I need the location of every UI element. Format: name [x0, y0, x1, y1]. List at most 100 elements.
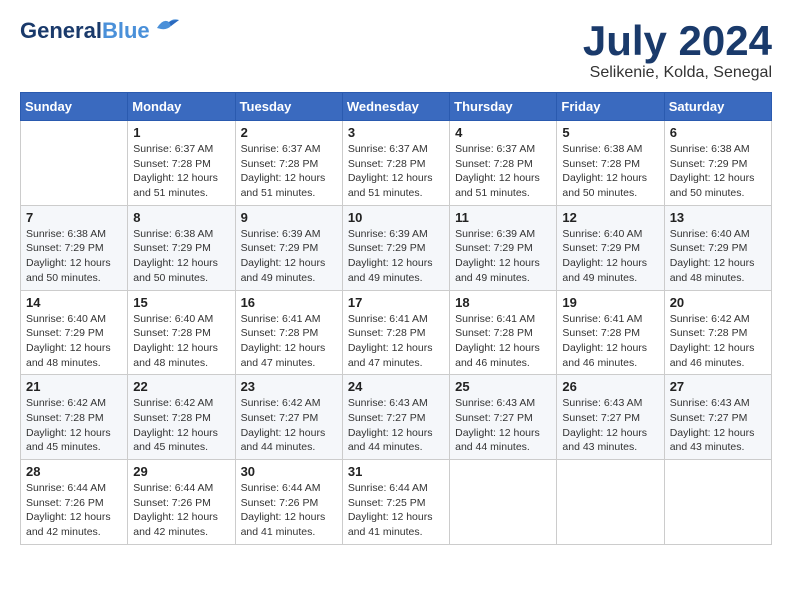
header-cell-thursday: Thursday — [450, 93, 557, 121]
day-number: 6 — [670, 125, 766, 140]
calendar-body: 1 Sunrise: 6:37 AMSunset: 7:28 PMDaylight… — [21, 121, 772, 545]
day-cell: 6 Sunrise: 6:38 AMSunset: 7:29 PMDaylight… — [664, 121, 771, 206]
day-number: 12 — [562, 210, 658, 225]
day-info: Sunrise: 6:43 AMSunset: 7:27 PMDaylight:… — [670, 396, 766, 455]
day-info: Sunrise: 6:41 AMSunset: 7:28 PMDaylight:… — [455, 312, 551, 371]
day-cell: 1 Sunrise: 6:37 AMSunset: 7:28 PMDaylight… — [128, 121, 235, 206]
day-number: 28 — [26, 464, 122, 479]
calendar-table: SundayMondayTuesdayWednesdayThursdayFrid… — [20, 92, 772, 545]
header-row: SundayMondayTuesdayWednesdayThursdayFrid… — [21, 93, 772, 121]
day-info: Sunrise: 6:38 AMSunset: 7:29 PMDaylight:… — [670, 142, 766, 201]
day-number: 5 — [562, 125, 658, 140]
day-info: Sunrise: 6:42 AMSunset: 7:27 PMDaylight:… — [241, 396, 337, 455]
day-number: 13 — [670, 210, 766, 225]
day-number: 22 — [133, 379, 229, 394]
day-number: 24 — [348, 379, 444, 394]
day-cell: 16 Sunrise: 6:41 AMSunset: 7:28 PMDayligh… — [235, 290, 342, 375]
day-cell: 26 Sunrise: 6:43 AMSunset: 7:27 PMDayligh… — [557, 375, 664, 460]
day-number: 19 — [562, 295, 658, 310]
day-cell: 23Sunrise: 6:42 AMSunset: 7:27 PMDayligh… — [235, 375, 342, 460]
day-info: Sunrise: 6:37 AMSunset: 7:28 PMDaylight:… — [455, 142, 551, 201]
month-title: July 2024 — [583, 20, 772, 62]
day-info: Sunrise: 6:40 AMSunset: 7:28 PMDaylight:… — [133, 312, 229, 371]
day-cell — [664, 460, 771, 545]
day-cell: 10 Sunrise: 6:39 AMSunset: 7:29 PMDayligh… — [342, 205, 449, 290]
day-number: 10 — [348, 210, 444, 225]
day-info: Sunrise: 6:43 AMSunset: 7:27 PMDaylight:… — [455, 396, 551, 455]
day-number: 7 — [26, 210, 122, 225]
day-info: Sunrise: 6:41 AMSunset: 7:28 PMDaylight:… — [241, 312, 337, 371]
day-info: Sunrise: 6:38 AMSunset: 7:29 PMDaylight:… — [133, 227, 229, 286]
header-cell-saturday: Saturday — [664, 93, 771, 121]
day-cell: 11 Sunrise: 6:39 AMSunset: 7:29 PMDayligh… — [450, 205, 557, 290]
day-info: Sunrise: 6:44 AMSunset: 7:26 PMDaylight:… — [26, 481, 122, 540]
day-cell: 18 Sunrise: 6:41 AMSunset: 7:28 PMDayligh… — [450, 290, 557, 375]
day-cell: 20 Sunrise: 6:42 AMSunset: 7:28 PMDayligh… — [664, 290, 771, 375]
day-info: Sunrise: 6:42 AMSunset: 7:28 PMDaylight:… — [26, 396, 122, 455]
day-cell: 17 Sunrise: 6:41 AMSunset: 7:28 PMDayligh… — [342, 290, 449, 375]
day-cell: 19 Sunrise: 6:41 AMSunset: 7:28 PMDayligh… — [557, 290, 664, 375]
logo-text: GeneralBlue — [20, 20, 150, 42]
day-number: 8 — [133, 210, 229, 225]
header-cell-sunday: Sunday — [21, 93, 128, 121]
day-cell: 25 Sunrise: 6:43 AMSunset: 7:27 PMDayligh… — [450, 375, 557, 460]
day-number: 25 — [455, 379, 551, 394]
day-cell: 31Sunrise: 6:44 AMSunset: 7:25 PMDayligh… — [342, 460, 449, 545]
day-cell: 13Sunrise: 6:40 AMSunset: 7:29 PMDayligh… — [664, 205, 771, 290]
day-number: 18 — [455, 295, 551, 310]
day-cell: 21Sunrise: 6:42 AMSunset: 7:28 PMDayligh… — [21, 375, 128, 460]
day-cell — [21, 121, 128, 206]
day-cell: 28 Sunrise: 6:44 AMSunset: 7:26 PMDayligh… — [21, 460, 128, 545]
page-header: GeneralBlue July 2024 Selikenie, Kolda, … — [20, 20, 772, 82]
location: Selikenie, Kolda, Senegal — [583, 64, 772, 82]
day-cell: 14Sunrise: 6:40 AMSunset: 7:29 PMDayligh… — [21, 290, 128, 375]
day-number: 20 — [670, 295, 766, 310]
day-cell — [557, 460, 664, 545]
day-info: Sunrise: 6:37 AMSunset: 7:28 PMDaylight:… — [241, 142, 337, 201]
day-number: 14 — [26, 295, 122, 310]
header-cell-wednesday: Wednesday — [342, 93, 449, 121]
day-info: Sunrise: 6:41 AMSunset: 7:28 PMDaylight:… — [348, 312, 444, 371]
title-block: July 2024 Selikenie, Kolda, Senegal — [583, 20, 772, 82]
week-row-3: 14Sunrise: 6:40 AMSunset: 7:29 PMDayligh… — [21, 290, 772, 375]
logo: GeneralBlue — [20, 20, 181, 42]
day-number: 30 — [241, 464, 337, 479]
day-info: Sunrise: 6:41 AMSunset: 7:28 PMDaylight:… — [562, 312, 658, 371]
day-info: Sunrise: 6:43 AMSunset: 7:27 PMDaylight:… — [562, 396, 658, 455]
day-cell: 9 Sunrise: 6:39 AMSunset: 7:29 PMDaylight… — [235, 205, 342, 290]
day-cell: 30Sunrise: 6:44 AMSunset: 7:26 PMDayligh… — [235, 460, 342, 545]
day-cell: 12 Sunrise: 6:40 AMSunset: 7:29 PMDayligh… — [557, 205, 664, 290]
day-cell: 7Sunrise: 6:38 AMSunset: 7:29 PMDaylight… — [21, 205, 128, 290]
week-row-5: 28 Sunrise: 6:44 AMSunset: 7:26 PMDayligh… — [21, 460, 772, 545]
day-number: 3 — [348, 125, 444, 140]
day-cell: 4 Sunrise: 6:37 AMSunset: 7:28 PMDaylight… — [450, 121, 557, 206]
day-cell: 22Sunrise: 6:42 AMSunset: 7:28 PMDayligh… — [128, 375, 235, 460]
day-info: Sunrise: 6:42 AMSunset: 7:28 PMDaylight:… — [670, 312, 766, 371]
day-number: 16 — [241, 295, 337, 310]
day-info: Sunrise: 6:37 AMSunset: 7:28 PMDaylight:… — [348, 142, 444, 201]
header-cell-tuesday: Tuesday — [235, 93, 342, 121]
day-info: Sunrise: 6:39 AMSunset: 7:29 PMDaylight:… — [348, 227, 444, 286]
day-cell: 24Sunrise: 6:43 AMSunset: 7:27 PMDayligh… — [342, 375, 449, 460]
day-cell: 3 Sunrise: 6:37 AMSunset: 7:28 PMDaylight… — [342, 121, 449, 206]
day-cell — [450, 460, 557, 545]
day-number: 17 — [348, 295, 444, 310]
week-row-4: 21Sunrise: 6:42 AMSunset: 7:28 PMDayligh… — [21, 375, 772, 460]
day-info: Sunrise: 6:44 AMSunset: 7:25 PMDaylight:… — [348, 481, 444, 540]
day-number: 4 — [455, 125, 551, 140]
day-info: Sunrise: 6:40 AMSunset: 7:29 PMDaylight:… — [562, 227, 658, 286]
day-cell: 29Sunrise: 6:44 AMSunset: 7:26 PMDayligh… — [128, 460, 235, 545]
day-number: 9 — [241, 210, 337, 225]
day-number: 29 — [133, 464, 229, 479]
day-info: Sunrise: 6:37 AMSunset: 7:28 PMDaylight:… — [133, 142, 229, 201]
day-number: 11 — [455, 210, 551, 225]
day-cell: 8 Sunrise: 6:38 AMSunset: 7:29 PMDaylight… — [128, 205, 235, 290]
day-cell: 15Sunrise: 6:40 AMSunset: 7:28 PMDayligh… — [128, 290, 235, 375]
day-number: 26 — [562, 379, 658, 394]
day-number: 27 — [670, 379, 766, 394]
day-info: Sunrise: 6:39 AMSunset: 7:29 PMDaylight:… — [241, 227, 337, 286]
day-number: 2 — [241, 125, 337, 140]
day-info: Sunrise: 6:39 AMSunset: 7:29 PMDaylight:… — [455, 227, 551, 286]
day-number: 1 — [133, 125, 229, 140]
day-info: Sunrise: 6:38 AMSunset: 7:28 PMDaylight:… — [562, 142, 658, 201]
